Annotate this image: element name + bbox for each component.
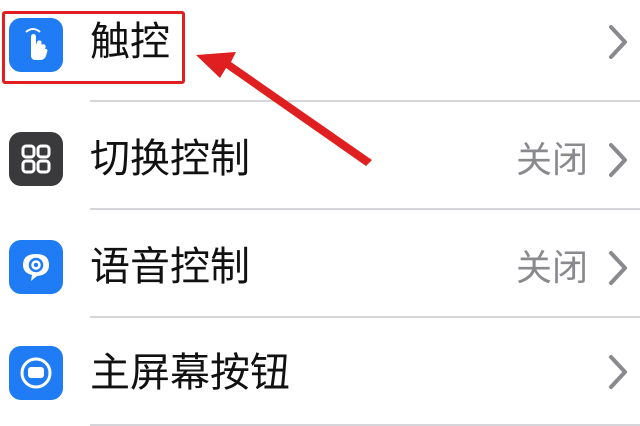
annotation-arrow-icon	[196, 52, 372, 166]
